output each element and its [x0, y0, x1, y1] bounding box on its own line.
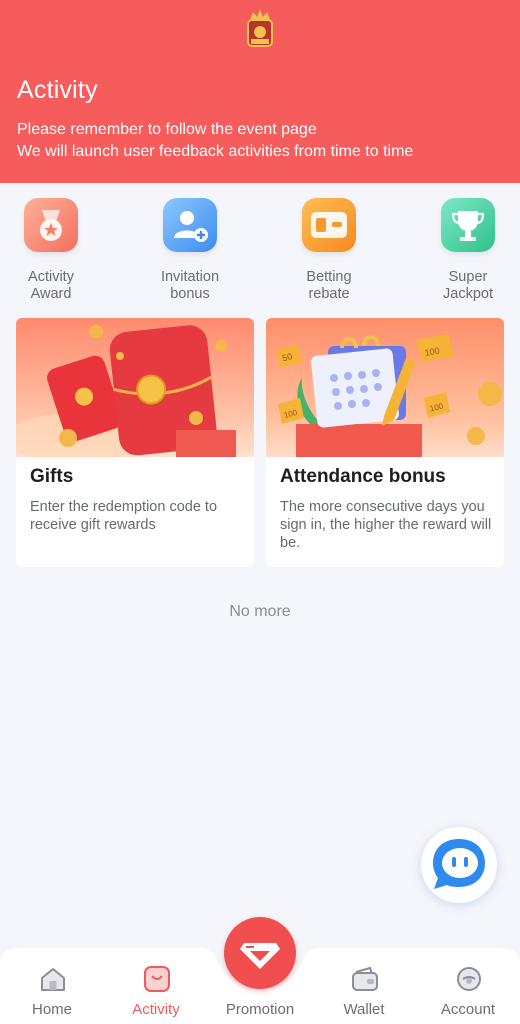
- betting-rebate-button[interactable]: Betting rebate: [274, 198, 384, 303]
- tab-home[interactable]: Home: [4, 944, 100, 1024]
- quick-actions: Activity Award Invitation bonus Betting …: [0, 198, 520, 308]
- tab-wallet-label: Wallet: [343, 1001, 385, 1018]
- no-more-text: No more: [229, 603, 291, 620]
- trophy-icon: [441, 198, 495, 252]
- tab-account[interactable]: Account: [420, 944, 516, 1024]
- tab-home-label: Home: [31, 1001, 72, 1018]
- header-subtitle-1: Please remember to follow the event page: [17, 121, 317, 138]
- gifts-illustration: [16, 318, 254, 457]
- attendance-bonus-card[interactable]: 50 100 100 100 Attendance bonus The more…: [266, 318, 504, 567]
- tab-account-label: Account: [440, 1001, 496, 1018]
- page-title: Activity: [17, 76, 98, 104]
- attendance-bonus-description: The more consecutive days you sign in, t…: [280, 499, 492, 551]
- super-jackpot-label: Super Jackpot: [443, 269, 493, 302]
- chat-bubble-icon: [433, 839, 485, 889]
- tab-activity[interactable]: Activity: [108, 944, 204, 1024]
- medal-icon: [24, 198, 78, 252]
- tab-wallet[interactable]: Wallet: [316, 944, 412, 1024]
- crown-logo-icon: [247, 9, 273, 47]
- promotion-circle: [224, 917, 296, 989]
- tab-activity-label: Activity: [132, 1001, 180, 1018]
- tab-promotion-label: Promotion: [225, 1001, 295, 1018]
- add-user-icon: [163, 198, 217, 252]
- tab-promotion[interactable]: Promotion: [212, 917, 308, 1024]
- bottom-tab-bar: Home Activity Promotion Wallet Account: [0, 917, 520, 1024]
- gifts-card[interactable]: Gifts Enter the redemption code to recei…: [16, 318, 254, 567]
- header-subtitle-2: We will launch user feedback activities …: [17, 143, 414, 160]
- activity-award-button[interactable]: Activity Award: [0, 198, 106, 303]
- attendance-illustration: 50 100 100 100: [266, 318, 504, 457]
- gifts-description: Enter the redemption code to receive gif…: [30, 499, 218, 533]
- invitation-bonus-label: Invitation bonus: [160, 269, 220, 302]
- attendance-bonus-title: Attendance bonus: [280, 466, 446, 487]
- activity-award-label: Activity Award: [28, 269, 74, 302]
- gifts-title: Gifts: [30, 466, 74, 487]
- super-jackpot-button[interactable]: Super Jackpot: [413, 198, 520, 303]
- invitation-bonus-button[interactable]: Invitation bonus: [135, 198, 245, 303]
- header-banner: Activity Please remember to follow the e…: [0, 0, 520, 183]
- diamond-icon: [240, 943, 280, 969]
- wallet-icon: [352, 966, 378, 991]
- account-icon: [457, 967, 481, 991]
- wallet-icon: [302, 198, 356, 252]
- gift-bag-icon: [144, 966, 170, 992]
- betting-rebate-label: Betting rebate: [306, 269, 352, 302]
- customer-service-button[interactable]: [421, 827, 497, 903]
- home-icon: [41, 968, 65, 991]
